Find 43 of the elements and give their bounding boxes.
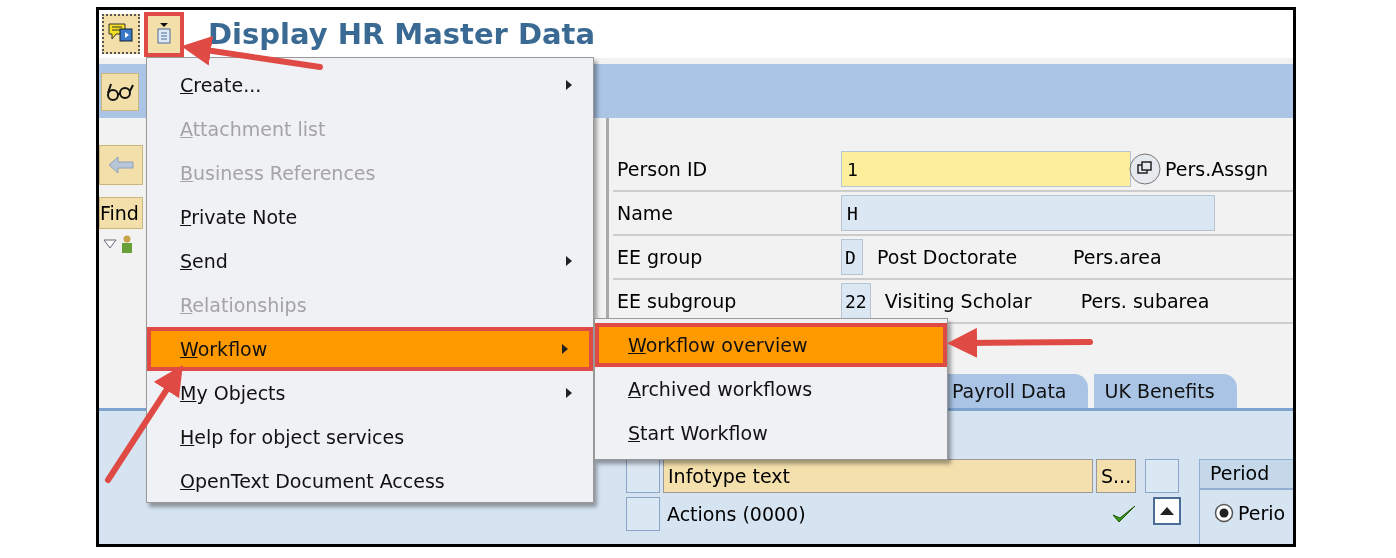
expand-toggle-icon[interactable] <box>103 239 117 249</box>
group-title: Period <box>1199 459 1293 489</box>
column-header[interactable]: Infotype text <box>663 459 1093 493</box>
menu-item[interactable]: Send <box>147 239 593 283</box>
assignment-icon[interactable] <box>1129 153 1161 185</box>
menu-item[interactable]: Help for object services <box>147 415 593 459</box>
code-field: D <box>841 239 863 275</box>
menu-item[interactable]: OpenText Document Access <box>147 459 593 503</box>
document-icon <box>156 21 172 47</box>
menu-item[interactable]: Workflow overview <box>595 323 947 367</box>
table-cell-text: Actions (0000) <box>666 502 807 527</box>
field-label: Pers.Assgn <box>1165 158 1269 180</box>
field-label: Person ID <box>616 158 709 180</box>
code-field: 22 <box>841 283 871 319</box>
field-value: Visiting Scholar <box>884 290 1033 312</box>
glasses-icon <box>105 81 135 103</box>
menu-item[interactable]: My Objects <box>147 371 593 415</box>
field-value: Post Doctorate <box>877 246 1019 268</box>
comment-button[interactable] <box>102 14 140 54</box>
scroll-up-icon <box>1160 507 1174 515</box>
radio-button[interactable] <box>1214 503 1234 523</box>
radio-label: Perio <box>1238 502 1286 524</box>
field-label: EE group <box>616 246 704 268</box>
menu-item[interactable]: Create... <box>147 63 593 107</box>
menu-item[interactable]: Start Workflow <box>595 411 947 455</box>
row-selector[interactable] <box>626 459 660 493</box>
display-button[interactable] <box>101 73 139 111</box>
menu-item[interactable]: Private Note <box>147 195 593 239</box>
column-header[interactable]: S... <box>1096 459 1136 493</box>
person-icon <box>121 235 133 253</box>
person-id-field[interactable]: 1 <box>841 151 1131 187</box>
services-button[interactable] <box>144 11 184 57</box>
field-label: EE subgroup <box>616 290 738 312</box>
find-button[interactable]: Find <box>99 197 143 229</box>
menu-item[interactable]: Workflow <box>147 327 593 371</box>
field-label: Name <box>616 202 675 224</box>
scroll-up-button[interactable] <box>1153 497 1181 525</box>
tab[interactable]: UK Benefits <box>1094 374 1237 408</box>
window-title: Display HR Master Data <box>208 17 596 51</box>
field-label: Pers. subarea <box>1080 290 1211 312</box>
name-field: H <box>841 195 1215 231</box>
field-label: Pers.area <box>1073 246 1163 268</box>
back-arrow-icon <box>107 155 135 175</box>
